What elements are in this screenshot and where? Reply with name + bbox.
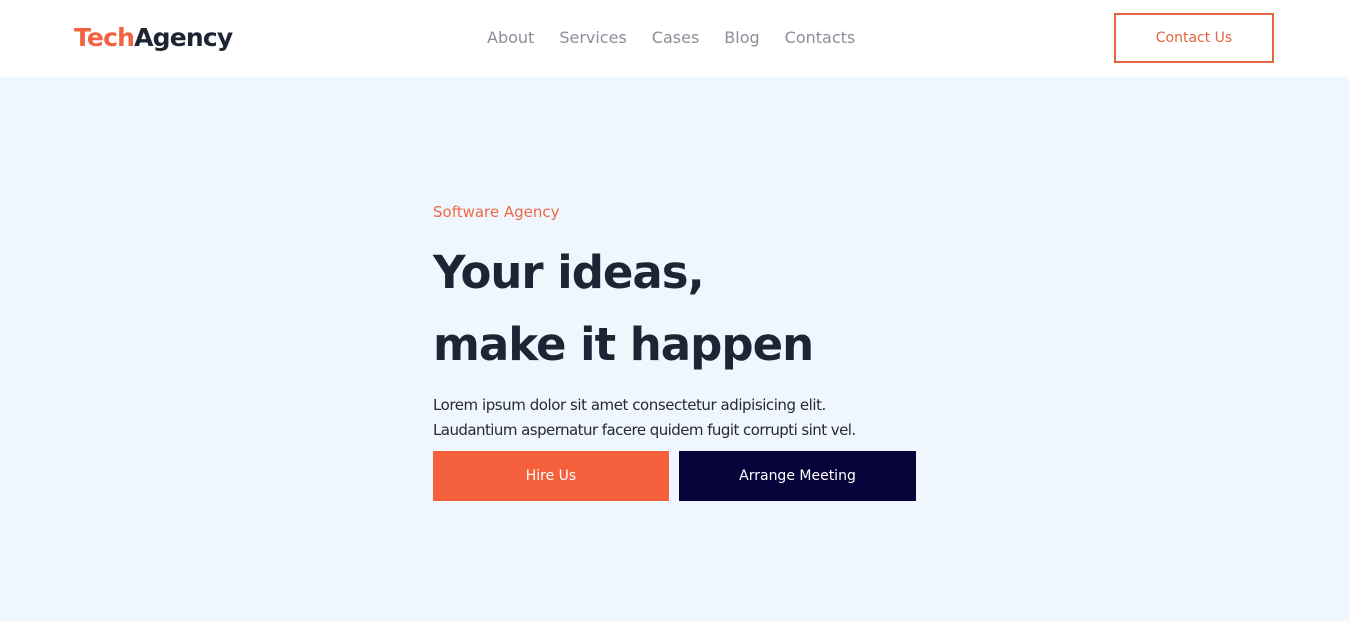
hero-section: Software Agency Your ideas, make it happ…	[433, 200, 953, 443]
hero-headline-line1: Your ideas,	[433, 246, 705, 299]
hero-eyebrow: Software Agency	[433, 203, 560, 221]
hero-headline: Your ideas, make it happen	[433, 237, 953, 381]
contact-us-button[interactable]: Contact Us	[1114, 13, 1274, 63]
main-nav: About Services Cases Blog Contacts	[487, 27, 855, 49]
hero-description: Lorem ipsum dolor sit amet consectetur a…	[433, 393, 953, 443]
nav-cases[interactable]: Cases	[652, 27, 700, 49]
nav-services[interactable]: Services	[559, 27, 626, 49]
hero-description-line2: Laudantium aspernatur facere quidem fugi…	[433, 421, 856, 439]
hire-us-button[interactable]: Hire Us	[433, 451, 669, 501]
nav-about[interactable]: About	[487, 27, 534, 49]
arrange-meeting-button[interactable]: Arrange Meeting	[679, 451, 916, 501]
logo-agency: Agency	[134, 23, 233, 52]
hero-description-line1: Lorem ipsum dolor sit amet consectetur a…	[433, 396, 826, 414]
site-header: TechAgency About Services Cases Blog Con…	[0, 0, 1349, 77]
hero-headline-line2: make it happen	[433, 318, 814, 371]
hero-cta-row: Hire Us Arrange Meeting	[433, 451, 916, 501]
nav-contacts[interactable]: Contacts	[785, 27, 856, 49]
logo-tech: Tech	[74, 23, 135, 52]
nav-blog[interactable]: Blog	[724, 27, 759, 49]
logo[interactable]: TechAgency	[74, 22, 233, 54]
